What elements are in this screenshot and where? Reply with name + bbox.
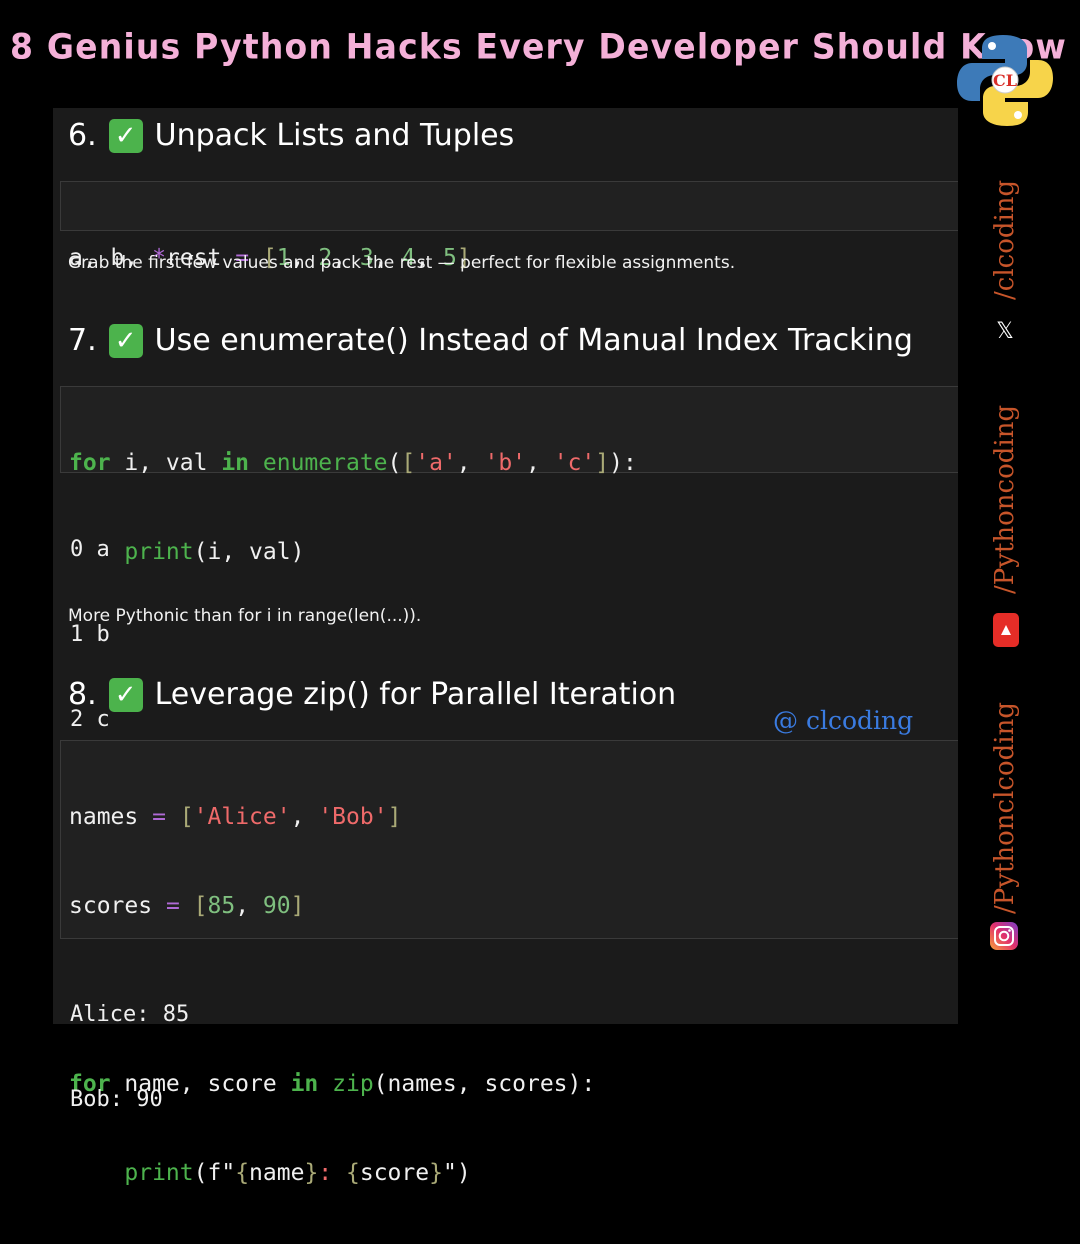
section-title: Leverage zip() for Parallel Iteration xyxy=(154,677,677,712)
output-line: Bob: 90 xyxy=(70,1087,163,1112)
section-8-heading: 8. ✓ Leverage zip() for Parallel Iterati… xyxy=(68,677,676,712)
python-logo-icon: CL xyxy=(957,35,1053,126)
code-line: print(f"{name}: {score}") xyxy=(124,1160,471,1186)
section-7-description: More Pythonic than for i in range(len(..… xyxy=(68,606,422,626)
section-title: Use enumerate() Instead of Manual Index … xyxy=(154,323,913,358)
section-8-output: Alice: 85 Bob: 90 xyxy=(70,947,189,1167)
code-block-enumerate[interactable]: for i, val in enumerate(['a', 'b', 'c'])… xyxy=(60,386,958,565)
svg-text:CL: CL xyxy=(993,71,1017,90)
social-handle-instagram[interactable]: /Pythonclcoding xyxy=(990,702,1020,914)
code-line: names = ['Alice', 'Bob'] xyxy=(69,804,402,830)
page-title: 8 Genius Python Hacks Every Developer Sh… xyxy=(10,26,1068,67)
output-line: 0 a xyxy=(70,537,110,562)
section-number: 6. xyxy=(68,118,97,153)
social-handle-youtube[interactable]: /Pythoncoding xyxy=(990,405,1020,594)
social-handle-x[interactable]: /clcoding xyxy=(990,180,1020,300)
watermark-handle: @ clcoding xyxy=(773,706,914,735)
section-7-heading: 7. ✓ Use enumerate() Instead of Manual I… xyxy=(68,323,913,358)
check-mark-icon: ✓ xyxy=(108,118,143,153)
code-block-zip[interactable]: names = ['Alice', 'Bob'] scores = [85, 9… xyxy=(60,740,958,1186)
check-mark-icon: ✓ xyxy=(108,677,143,712)
x-twitter-icon[interactable]: 𝕏 xyxy=(994,318,1016,344)
code-line: scores = [85, 90] xyxy=(69,893,305,919)
section-6-heading: 6. ✓ Unpack Lists and Tuples xyxy=(68,118,514,153)
content-panel: 6. ✓ Unpack Lists and Tuples a, b, *rest… xyxy=(53,108,958,1186)
section-title: Unpack Lists and Tuples xyxy=(154,118,515,153)
code-line: for name, score in zip(names, scores): xyxy=(69,1071,596,1097)
youtube-icon[interactable] xyxy=(993,613,1019,647)
code-line: print(i, val) xyxy=(124,539,305,565)
check-mark-icon: ✓ xyxy=(108,323,143,358)
section-number: 7. xyxy=(68,323,97,358)
section-6-description: Grab the first few values and pack the r… xyxy=(68,253,736,273)
section-number: 8. xyxy=(68,677,97,712)
code-line: for i, val in enumerate(['a', 'b', 'c'])… xyxy=(69,450,637,476)
instagram-icon[interactable] xyxy=(990,922,1018,950)
code-block-unpack[interactable]: a, b, *rest = [1, 2, 3, 4, 5] xyxy=(60,181,958,271)
output-line: Alice: 85 xyxy=(70,1002,190,1027)
